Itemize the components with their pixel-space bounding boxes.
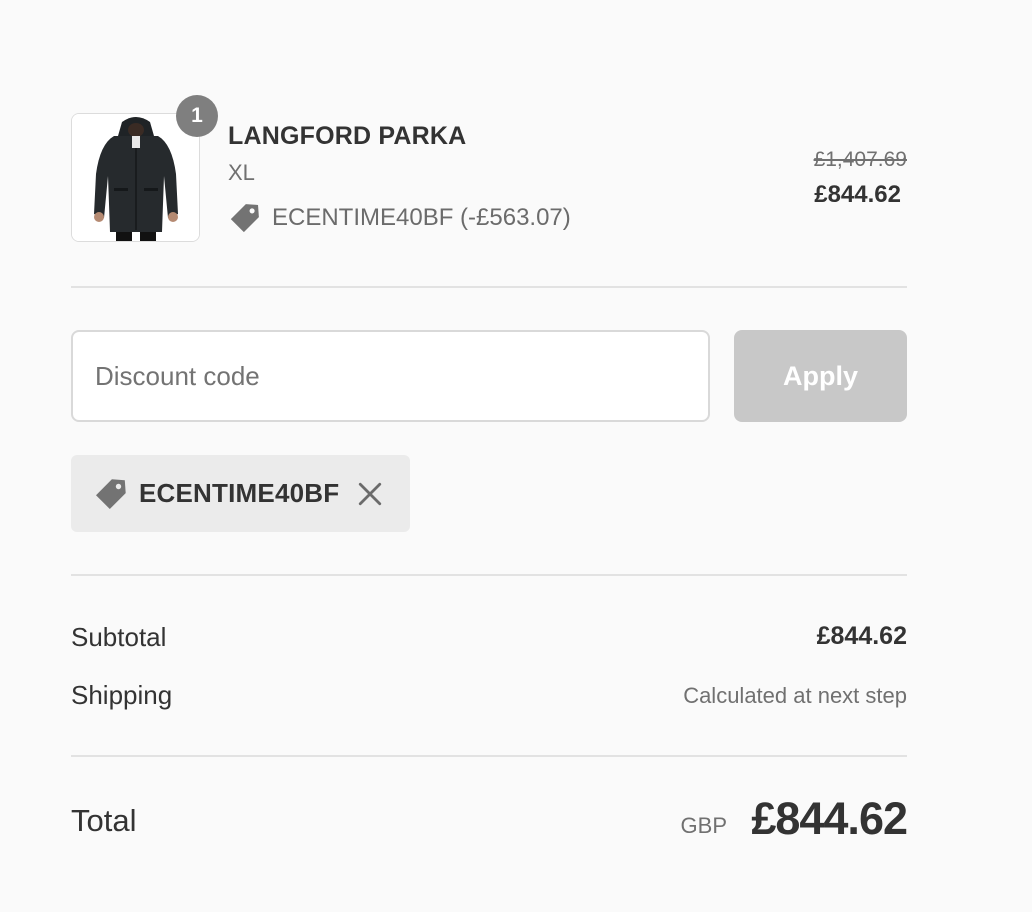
close-icon xyxy=(359,482,382,505)
product-thumbnail xyxy=(71,113,200,242)
parka-image xyxy=(72,114,199,241)
total-label: Total xyxy=(71,803,137,838)
product-variant: XL xyxy=(228,160,255,185)
discount-code-input[interactable] xyxy=(71,330,710,422)
product-name: LANGFORD PARKA xyxy=(228,122,467,150)
original-price: £1,407.69 xyxy=(813,148,907,171)
applied-discount-code: ECENTIME40BF xyxy=(139,478,340,508)
shipping-label: Shipping xyxy=(71,680,173,710)
tag-icon xyxy=(230,204,259,233)
remove-discount-button[interactable] xyxy=(357,481,383,507)
subtotal-value: £844.62 xyxy=(816,622,907,650)
divider xyxy=(71,286,907,288)
applied-discount-chip: ECENTIME40BF xyxy=(71,455,410,532)
subtotal-label: Subtotal xyxy=(71,622,167,652)
total-value: £844.62 xyxy=(751,793,908,844)
quantity-badge: 1 xyxy=(176,95,218,137)
tag-icon xyxy=(96,478,126,509)
currency-code: GBP xyxy=(680,813,727,838)
divider xyxy=(71,755,907,757)
product-discount-text: ECENTIME40BF (-£563.07) xyxy=(272,204,571,231)
shipping-value: Calculated at next step xyxy=(683,683,907,708)
apply-button[interactable]: Apply xyxy=(734,330,907,422)
divider xyxy=(71,574,907,576)
product-discount: ECENTIME40BF (-£563.07) xyxy=(228,201,571,235)
line-item: 1 LANGFORD PARKA XL ECENTIME40BF (-£563.… xyxy=(71,95,907,243)
final-price: £844.62 xyxy=(814,181,901,208)
